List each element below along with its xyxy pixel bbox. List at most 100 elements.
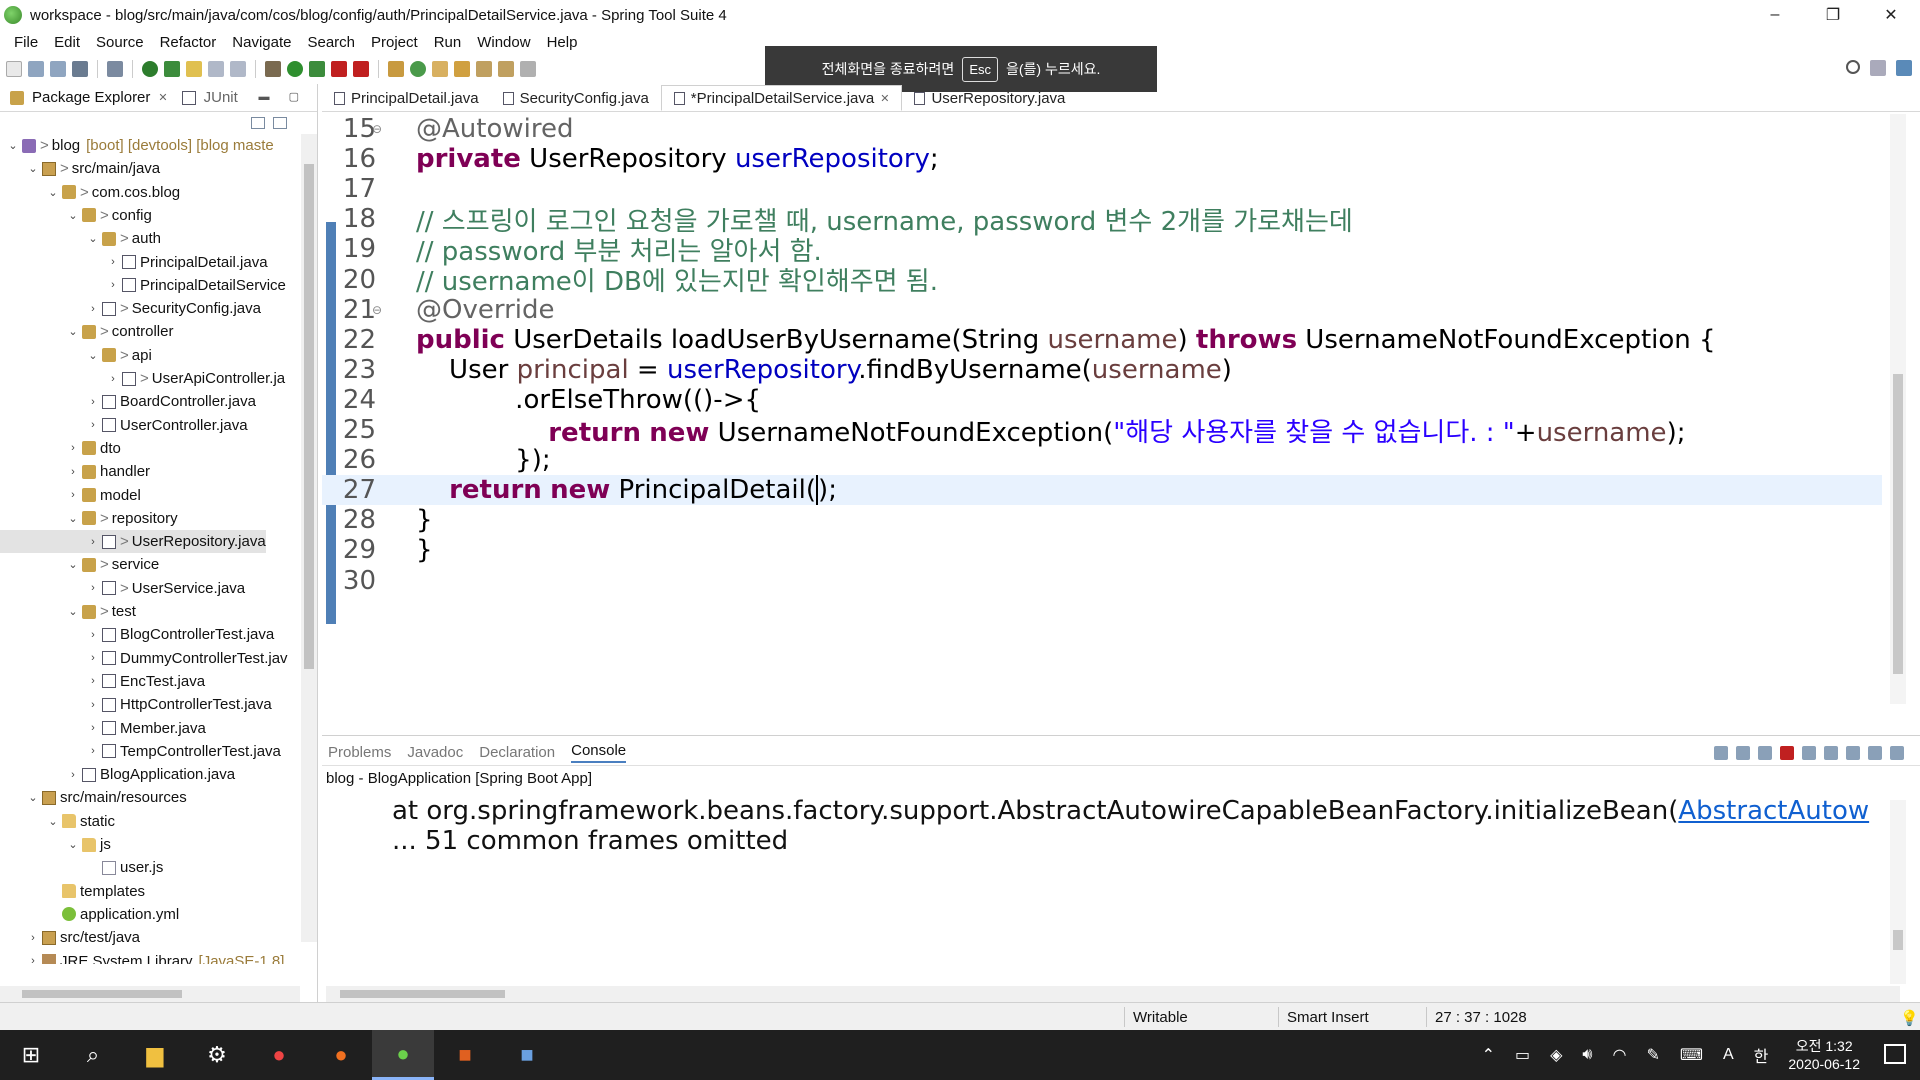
spring-tool-suite-taskbar-icon[interactable]: ● <box>372 1030 434 1080</box>
tree-item[interactable]: ⌄ src/main/resources <box>0 786 186 809</box>
collapse-chevron-icon[interactable]: ⌄ <box>66 325 80 338</box>
expand-chevron-icon[interactable]: › <box>66 442 80 454</box>
open-perspective-icon[interactable] <box>1870 60 1886 76</box>
fold-toggle-icon[interactable]: ⊖ <box>372 122 382 136</box>
wifi-icon[interactable]: ◠ <box>1613 1045 1627 1065</box>
collapse-chevron-icon[interactable]: ⌄ <box>26 791 40 804</box>
postman-icon[interactable]: ● <box>310 1030 372 1080</box>
tab-junit[interactable]: JUnit <box>180 89 238 106</box>
expand-chevron-icon[interactable]: › <box>66 466 80 478</box>
code-line[interactable]: 29} <box>322 535 1882 565</box>
tree-item[interactable]: ⌄ > api <box>0 344 151 367</box>
tree-item[interactable]: › > UserRepository.java <box>0 530 266 554</box>
code-line[interactable]: 16 private UserRepository userRepository; <box>322 144 1882 174</box>
menu-help[interactable]: Help <box>539 34 586 51</box>
editor-tab[interactable]: PrincipalDetail.java <box>322 85 491 111</box>
menu-run[interactable]: Run <box>426 34 470 51</box>
close-tab-icon[interactable]: ✕ <box>158 91 167 104</box>
expand-chevron-icon[interactable]: › <box>86 722 100 734</box>
tree-item[interactable]: ⌄ > com.cos.blog <box>0 181 180 204</box>
back-icon[interactable] <box>520 61 536 77</box>
expand-chevron-icon[interactable]: › <box>86 675 100 687</box>
tree-item[interactable]: › JRE System Library [JavaSE-1.8] <box>0 950 284 964</box>
collapse-chevron-icon[interactable]: ⌄ <box>66 838 80 851</box>
coverage-icon[interactable] <box>309 61 325 77</box>
menu-search[interactable]: Search <box>299 34 363 51</box>
code-line[interactable]: 30 <box>322 566 1882 596</box>
collapse-chevron-icon[interactable]: ⌄ <box>86 349 100 362</box>
tree-item[interactable]: ⌄ > auth <box>0 227 161 250</box>
expand-chevron-icon[interactable]: › <box>66 489 80 501</box>
menu-navigate[interactable]: Navigate <box>224 34 299 51</box>
tree-item[interactable]: › dto <box>0 437 121 460</box>
minimize-button[interactable]: – <box>1746 0 1804 30</box>
tree-item[interactable]: › src/test/java <box>0 926 140 949</box>
skip-breakpoints-icon[interactable] <box>107 61 123 77</box>
scroll-lock-icon[interactable] <box>1824 746 1838 760</box>
boot-dashboard-icon[interactable] <box>142 61 158 77</box>
collapse-chevron-icon[interactable]: ⌄ <box>66 605 80 618</box>
terminate-icon[interactable] <box>1780 746 1794 760</box>
link-with-editor-icon[interactable] <box>273 117 287 129</box>
toggle-block-selection-icon[interactable] <box>208 61 224 77</box>
expand-chevron-icon[interactable]: › <box>86 396 100 408</box>
chrome-icon[interactable]: ● <box>248 1030 310 1080</box>
tree-item[interactable]: › BlogApplication.java <box>0 763 235 786</box>
next-annotation-icon[interactable] <box>476 61 492 77</box>
expand-chevron-icon[interactable]: › <box>86 582 100 594</box>
editor-tab[interactable]: *PrincipalDetailService.java ✕ <box>660 85 903 111</box>
tree-item[interactable]: › TempControllerTest.java <box>0 740 281 763</box>
code-line[interactable]: 22 public UserDetails loadUserByUsername(… <box>322 325 1882 355</box>
tree-item[interactable]: ⌄ > repository <box>0 507 177 530</box>
fold-toggle-icon[interactable]: ⊖ <box>372 303 382 317</box>
menu-file[interactable]: File <box>6 34 46 51</box>
pen-icon[interactable]: ✎ <box>1646 1045 1659 1065</box>
code-line[interactable]: 24 .orElseThrow(()->{ <box>322 385 1882 415</box>
tree-item[interactable]: ⌄ > controller <box>0 320 173 343</box>
show-hidden-icons-icon[interactable]: ⌃ <box>1482 1045 1495 1065</box>
restore-button[interactable]: ❐ <box>1804 0 1862 30</box>
tree-item[interactable]: › PrincipalDetailService <box>0 274 286 297</box>
tree-item[interactable]: › BlogControllerTest.java <box>0 623 274 646</box>
editor-tab[interactable]: UserRepository.java <box>902 85 1077 111</box>
windows-start-icon[interactable]: ⊞ <box>0 1030 62 1080</box>
new-icon[interactable] <box>6 61 22 77</box>
word-wrap-icon[interactable] <box>1846 746 1860 760</box>
expand-chevron-icon[interactable]: › <box>106 373 120 385</box>
menu-refactor[interactable]: Refactor <box>152 34 225 51</box>
view-menu-icon[interactable] <box>295 117 299 129</box>
new-java-package-icon[interactable] <box>388 61 404 77</box>
scrollbar-thumb[interactable] <box>304 164 314 669</box>
search-icon[interactable] <box>1846 60 1860 74</box>
tree-item[interactable]: user.js <box>0 856 163 879</box>
scrollbar-thumb[interactable] <box>22 990 182 998</box>
office-app-icon[interactable]: ■ <box>434 1030 496 1080</box>
editor-vertical-scrollbar[interactable] <box>1890 114 1906 704</box>
security-icon[interactable]: ◈ <box>1550 1045 1562 1065</box>
code-line[interactable]: 25 return new UsernameNotFoundException(… <box>322 415 1882 448</box>
tip-lightbulb-icon[interactable]: 💡 <box>1900 1009 1919 1027</box>
expand-chevron-icon[interactable]: › <box>86 419 100 431</box>
expand-chevron-icon[interactable]: › <box>106 256 120 268</box>
run-icon[interactable] <box>287 61 303 77</box>
save-all-icon[interactable] <box>50 61 66 77</box>
tree-item[interactable]: ⌄ static <box>0 810 115 833</box>
tree-item[interactable]: ⌄ > test <box>0 600 136 623</box>
expand-chevron-icon[interactable]: › <box>106 279 120 291</box>
scrollbar-thumb[interactable] <box>1893 374 1903 674</box>
search-tool-icon[interactable] <box>454 61 470 77</box>
menu-window[interactable]: Window <box>469 34 538 51</box>
scrollbar-thumb[interactable] <box>1893 930 1903 950</box>
keyboard-icon[interactable]: ⌨ <box>1680 1045 1703 1065</box>
battery-icon[interactable]: ▭ <box>1515 1045 1530 1065</box>
tree-item[interactable]: ⌄ js <box>0 833 110 856</box>
debug-icon[interactable] <box>265 61 281 77</box>
code-line[interactable]: 23 User principal = userRepository.findB… <box>322 355 1882 385</box>
tree-item[interactable]: ⌄ > service <box>0 553 159 576</box>
menu-project[interactable]: Project <box>363 34 426 51</box>
relaunch-icon[interactable] <box>353 61 369 77</box>
collapse-chevron-icon[interactable]: ⌄ <box>86 232 100 245</box>
code-line[interactable]: 15 ⊖ @Autowired <box>322 114 1882 144</box>
tab-javadoc[interactable]: Javadoc <box>407 744 463 761</box>
tree-item[interactable]: › BoardController.java <box>0 390 256 413</box>
